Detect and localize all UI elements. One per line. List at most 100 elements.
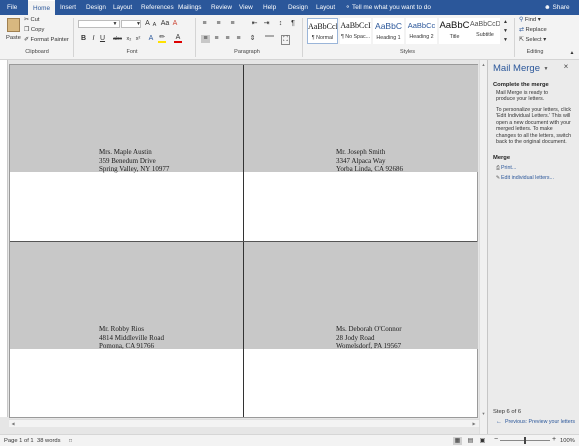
style-normal[interactable]: AaBbCcI ¶ Normal — [307, 18, 338, 44]
find-button[interactable]: ⚲ Find ▾ — [519, 17, 541, 23]
tab-home[interactable]: Home — [28, 0, 56, 15]
text-effects-icon[interactable]: A — [147, 35, 155, 43]
font-color-button[interactable]: A — [174, 34, 182, 43]
scroll-up-icon[interactable]: ▲ — [480, 61, 487, 69]
tab-help[interactable]: Help — [263, 0, 276, 15]
address-line: Yorba Linda, CA 92686 — [336, 165, 403, 173]
decrease-indent-icon[interactable]: ⇤ — [250, 20, 259, 28]
read-mode-icon[interactable]: ▦ — [453, 437, 462, 445]
show-formatting-button[interactable]: ¶ — [289, 20, 297, 28]
document-page[interactable]: Mrs. Maple Austin 359 Benedum Drive Spri… — [9, 64, 478, 418]
select-button[interactable]: ⇱ Select ▾ — [519, 37, 546, 43]
subscript-button[interactable]: x₂ — [125, 35, 133, 43]
close-icon[interactable]: × — [562, 63, 570, 71]
word-count[interactable]: 38 words — [37, 438, 61, 444]
share-button[interactable]: ☻ Share — [544, 0, 570, 15]
highlight-icon[interactable]: ✏ — [158, 34, 166, 43]
format-painter-button[interactable]: ✐ Format Painter — [24, 37, 69, 43]
italic-button[interactable]: I — [90, 35, 97, 43]
vertical-ruler — [0, 60, 8, 417]
styles-group-label: Styles — [400, 49, 415, 55]
tab-table-design[interactable]: Design — [288, 0, 308, 15]
style-title[interactable]: AaBbC Title — [439, 18, 470, 44]
tab-mailings[interactable]: Mailings — [178, 0, 201, 15]
chevron-down-icon[interactable]: ▼ — [502, 27, 509, 35]
tab-insert[interactable]: Insert — [60, 0, 76, 15]
tab-layout[interactable]: Layout — [113, 0, 132, 15]
paste-icon[interactable] — [7, 18, 20, 32]
print-layout-icon[interactable]: ▤ — [466, 437, 475, 445]
style-heading-1[interactable]: AaBbC Heading 1 — [373, 18, 404, 44]
tab-review[interactable]: Review — [211, 0, 232, 15]
page-count[interactable]: Page 1 of 1 — [4, 438, 34, 444]
tab-table-layout[interactable]: Layout — [316, 0, 335, 15]
paste-button[interactable]: Paste — [6, 35, 21, 41]
chevron-down-icon[interactable]: ▼ — [136, 20, 141, 28]
vertical-scrollbar[interactable]: ▲ ▼ — [479, 60, 487, 434]
zoom-out-icon[interactable]: − — [493, 436, 499, 444]
cut-button[interactable]: ✂ Cut — [24, 17, 40, 23]
sort-icon[interactable]: ↕ — [276, 20, 285, 28]
style-heading-2[interactable]: AaBbCc Heading 2 — [406, 18, 437, 44]
address-line: 359 Benedum Drive — [99, 156, 156, 165]
expand-styles-icon[interactable]: ▼ — [502, 36, 509, 44]
bold-button[interactable]: B — [80, 35, 87, 43]
chevron-down-icon[interactable]: ▼ — [543, 65, 549, 73]
style-preview: AaBbC — [375, 21, 402, 31]
scissors-icon: ✂ — [24, 17, 29, 23]
underline-button[interactable]: U — [99, 35, 106, 43]
bullets-icon[interactable]: ≡ — [200, 20, 209, 28]
change-case-icon[interactable]: Aa — [160, 20, 170, 28]
tab-design[interactable]: Design — [86, 0, 106, 15]
line-spacing-icon[interactable]: ⇕ — [248, 35, 257, 43]
share-label: Share — [552, 4, 570, 11]
web-layout-icon[interactable]: ▣ — [478, 437, 487, 445]
tab-view[interactable]: View — [239, 0, 253, 15]
zoom-in-icon[interactable]: + — [551, 436, 557, 444]
justify-icon[interactable]: ≡ — [234, 35, 243, 43]
edit-individual-letters-link[interactable]: Edit individual letters... — [501, 175, 554, 181]
copy-label: Copy — [30, 27, 45, 33]
address-label[interactable]: Ms. Deborah O'Connor 28 Jody Road Womels… — [336, 325, 402, 351]
align-center-icon[interactable]: ≡ — [212, 35, 221, 43]
scroll-left-icon[interactable]: ◀ — [10, 420, 16, 428]
style-preview: AaBbC — [439, 20, 470, 31]
zoom-level[interactable]: 100% — [560, 438, 575, 444]
tell-me-search[interactable]: ⚬ Tell me what you want to do — [345, 0, 431, 15]
horizontal-scrollbar[interactable]: ◀ ▶ — [9, 419, 479, 427]
superscript-button[interactable]: x² — [134, 35, 142, 43]
collapse-ribbon-icon[interactable]: ▲ — [568, 49, 576, 57]
shading-icon[interactable] — [265, 35, 274, 37]
print-link[interactable]: Print... — [501, 165, 516, 171]
style-no-spacing[interactable]: AaBbCcI ¶ No Spac... — [340, 18, 371, 44]
shrink-font-icon[interactable]: A — [151, 21, 158, 29]
tab-references[interactable]: References — [141, 0, 174, 15]
style-subtitle[interactable]: AaBbCcD Subtitle — [470, 18, 500, 44]
address-label[interactable]: Mrs. Maple Austin 359 Benedum Drive Spri… — [99, 148, 169, 174]
align-right-icon[interactable]: ≡ — [223, 35, 232, 43]
zoom-slider-thumb[interactable] — [524, 437, 526, 444]
previous-step-link[interactable]: Previous: Preview your letters — [505, 419, 575, 425]
divider — [195, 18, 196, 57]
align-left-icon[interactable]: ≡ — [201, 35, 210, 43]
grow-font-icon[interactable]: A — [144, 20, 151, 28]
clear-formatting-icon[interactable]: A — [171, 20, 179, 28]
scroll-down-icon[interactable]: ▼ — [480, 410, 487, 418]
chevron-down-icon[interactable]: ▼ — [112, 20, 118, 28]
replace-button[interactable]: ⇄ Replace — [519, 27, 547, 33]
proofing-icon[interactable]: □ — [67, 437, 74, 445]
tab-file[interactable]: File — [7, 0, 17, 15]
personalize-text: To personalize your letters, click 'Edit… — [496, 107, 572, 146]
scroll-right-icon[interactable]: ▶ — [471, 420, 477, 428]
chevron-up-icon[interactable]: ▲ — [502, 18, 509, 26]
strikethrough-button[interactable]: abc — [112, 35, 123, 43]
paragraph-group-label: Paragraph — [234, 49, 260, 55]
numbering-icon[interactable]: ≡ — [214, 20, 223, 28]
increase-indent-icon[interactable]: ⇥ — [262, 20, 271, 28]
multilevel-list-icon[interactable]: ≡ — [228, 20, 237, 28]
address-line: 28 Jody Road — [336, 333, 375, 342]
address-label[interactable]: Mr. Robby Rios 4814 Middleville Road Pom… — [99, 325, 164, 351]
address-label[interactable]: Mr. Joseph Smith 3347 Alpaca Way Yorba L… — [336, 148, 403, 174]
copy-button[interactable]: ❐ Copy — [24, 27, 44, 33]
borders-icon[interactable]: ⛶ — [281, 35, 290, 45]
